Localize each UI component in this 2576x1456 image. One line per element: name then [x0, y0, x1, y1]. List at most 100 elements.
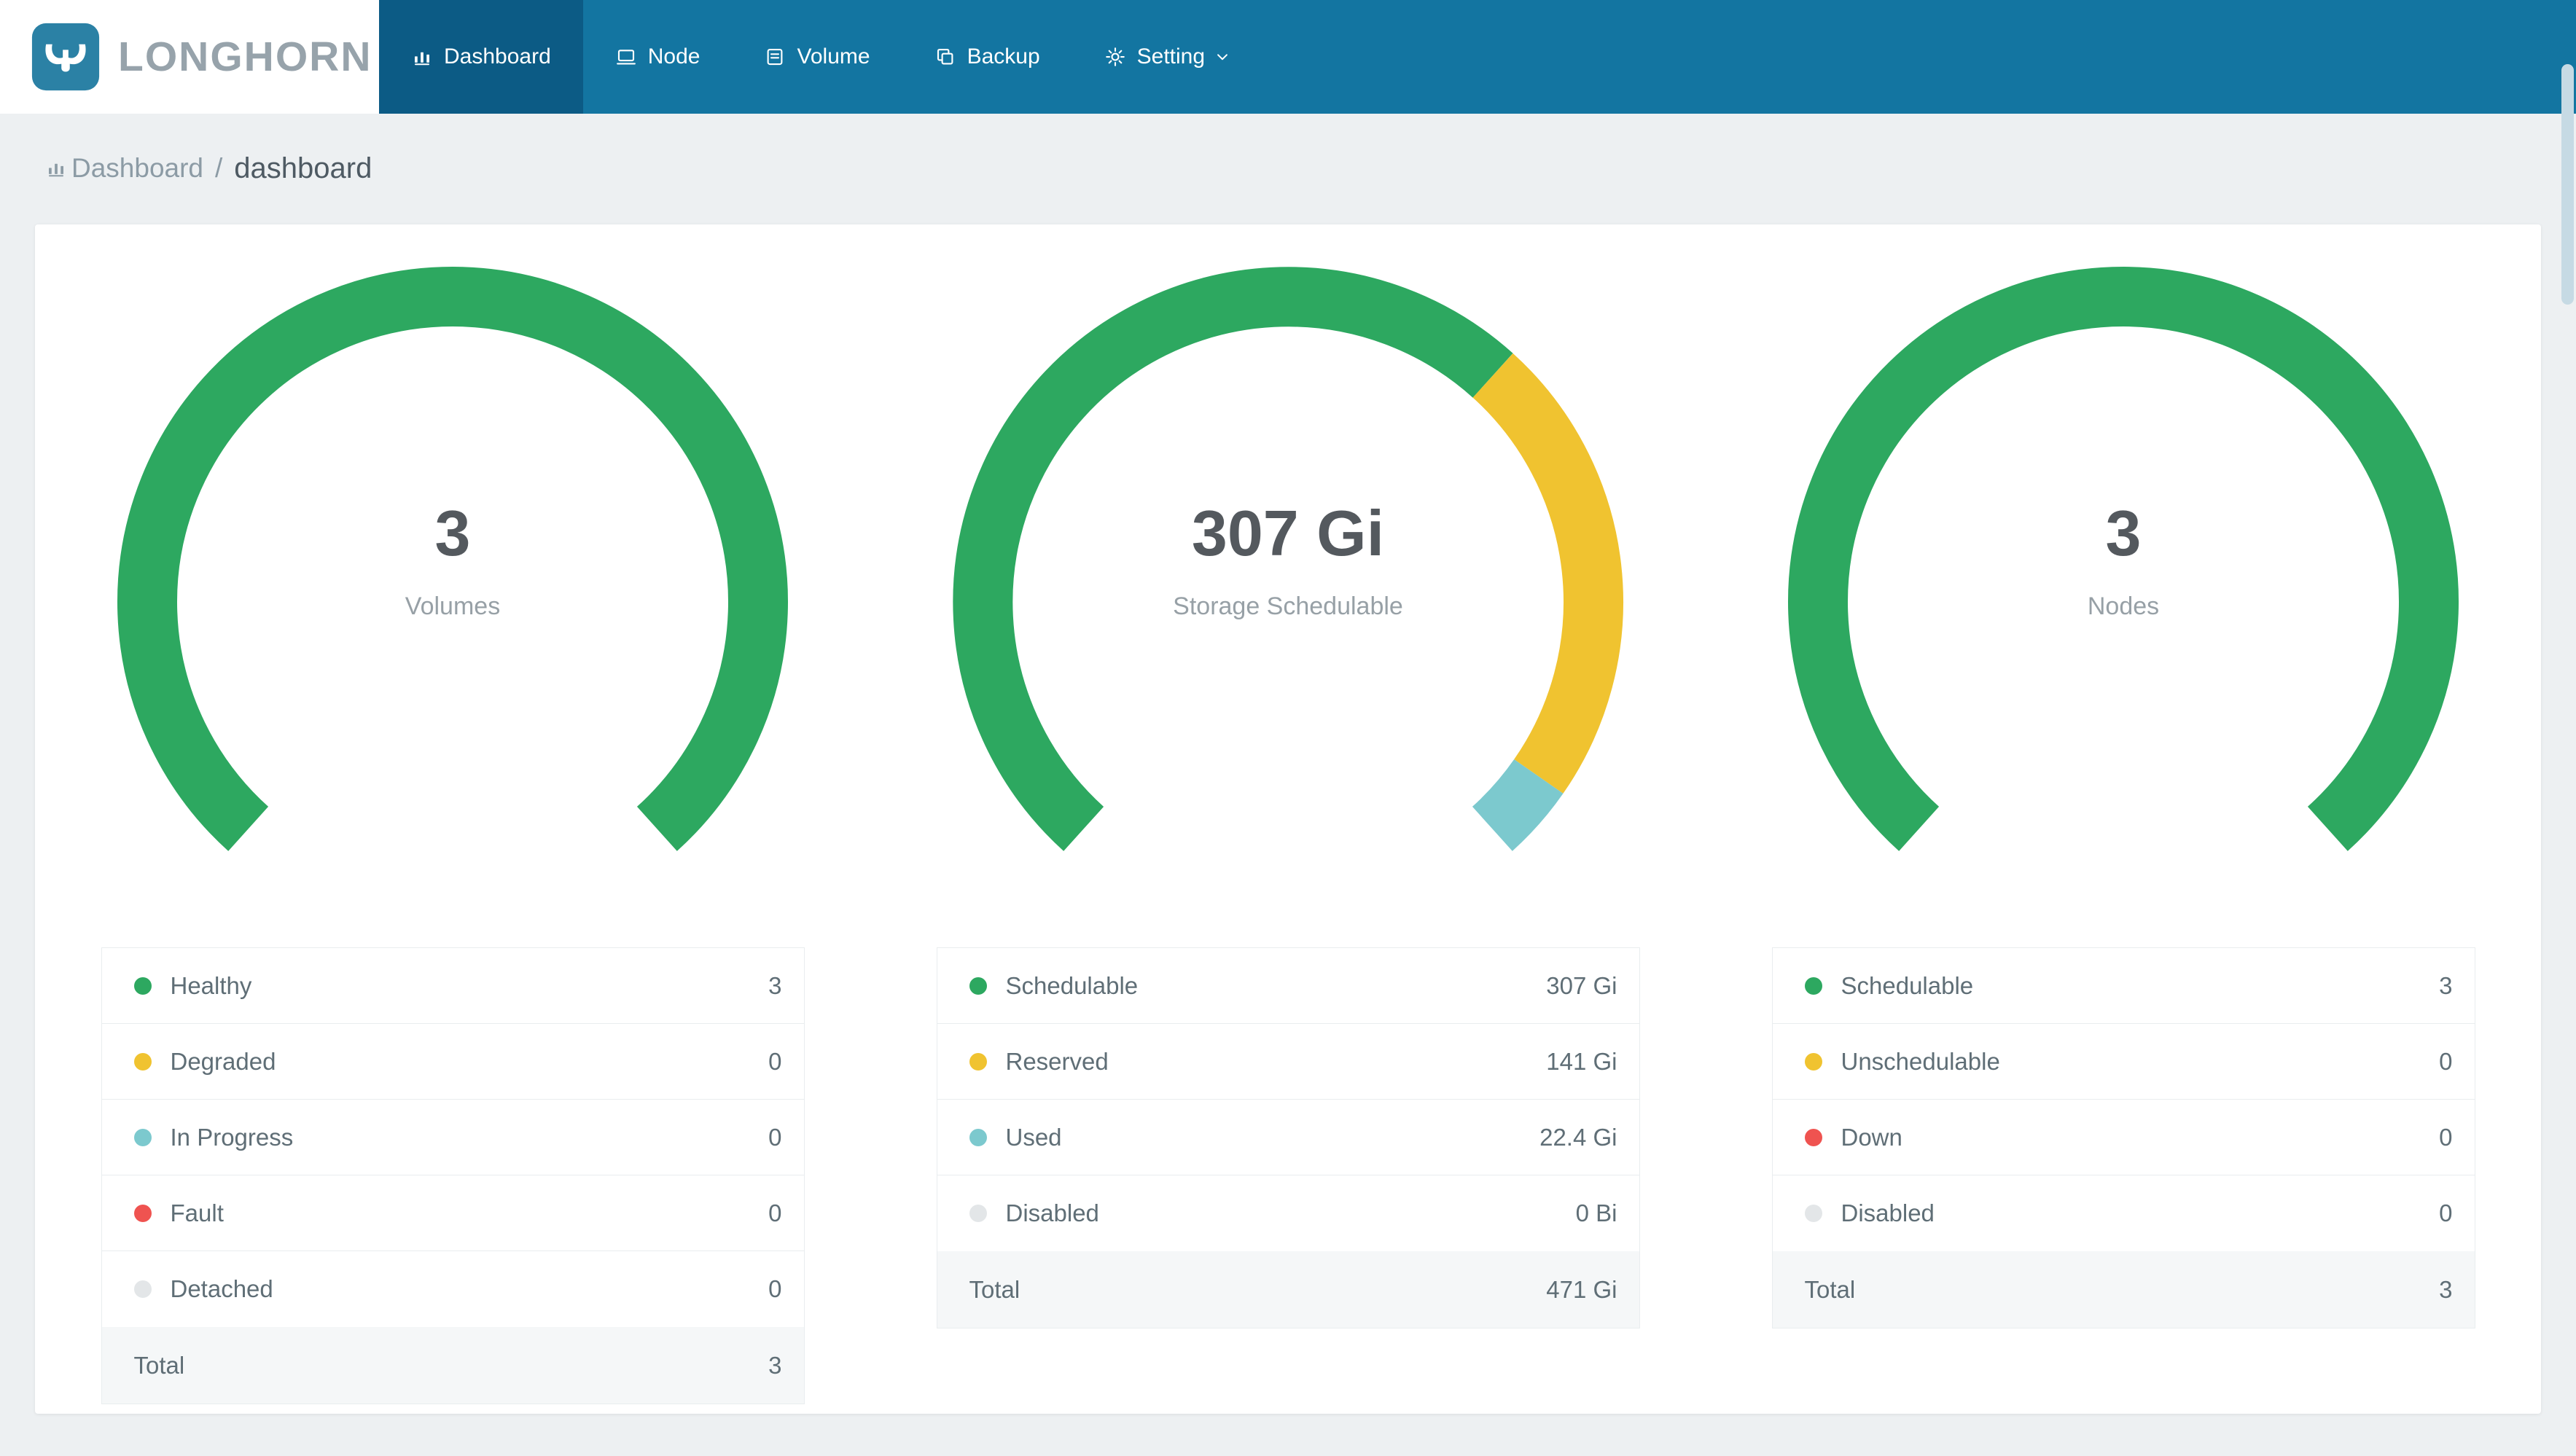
legend-row[interactable]: Degraded 0 [101, 1024, 804, 1100]
legend-rows: Schedulable 307 Gi Reserved 141 Gi Used … [937, 948, 1639, 1251]
scrollbar-thumb[interactable] [2561, 64, 2574, 305]
dashboard-card: 3 Volumes Healthy 3 Degraded 0 In Progre… [35, 224, 2541, 1414]
bar-chart-icon [411, 46, 433, 68]
legend-row-label: Used [1005, 1123, 1062, 1151]
top-navbar: LONGHORN Dashboard Node Volume Backup Se… [0, 0, 2576, 114]
legend-total-label: Total [969, 1275, 1020, 1303]
legend-row-value: 0 [2439, 1123, 2453, 1151]
legend-color-dot [1804, 1128, 1822, 1146]
legend-total-value: 3 [768, 1351, 782, 1379]
legend-table: Schedulable 3 Unschedulable 0 Down 0 Dis… [1771, 947, 2475, 1328]
donut-gauge-arc [953, 267, 1623, 851]
legend-row-value: 3 [2439, 971, 2453, 999]
legend-row[interactable]: Unschedulable 0 [1772, 1024, 2475, 1100]
legend-color-dot [133, 1052, 152, 1071]
legend-row[interactable]: Down 0 [1772, 1100, 2475, 1175]
legend-total-value: 3 [2439, 1275, 2453, 1303]
legend-total-label: Total [133, 1351, 185, 1379]
gauge-panel: 307 Gi Storage Schedulable Schedulable 3… [870, 259, 1706, 1404]
gauge-panel: 3 Nodes Schedulable 3 Unschedulable 0 Do… [1706, 259, 2541, 1404]
legend-row[interactable]: Disabled 0 Bi [937, 1175, 1639, 1251]
legend-row-label: Reserved [1005, 1047, 1109, 1075]
nav-item-backup[interactable]: Backup [902, 0, 1072, 114]
legend-total-label: Total [1804, 1275, 1856, 1303]
legend-color-dot [969, 976, 987, 995]
legend-total-row: Total 471 Gi [937, 1251, 1639, 1328]
legend-row[interactable]: Healthy 3 [101, 948, 804, 1024]
legend-color-dot [969, 1052, 987, 1071]
legend-color-dot [969, 1205, 987, 1222]
page: LONGHORN Dashboard Node Volume Backup Se… [0, 0, 2576, 1414]
breadcrumb-separator: / [215, 153, 223, 183]
logo[interactable]: LONGHORN [0, 0, 379, 114]
logo-text: LONGHORN [118, 34, 372, 80]
legend-color-dot [133, 1128, 152, 1146]
legend-row-label: Degraded [170, 1047, 276, 1075]
legend-row-value: 0 [768, 1275, 782, 1302]
gauge-panel: 3 Volumes Healthy 3 Degraded 0 In Progre… [35, 259, 870, 1404]
donut-gauge-arc [1788, 267, 2459, 851]
legend-table: Healthy 3 Degraded 0 In Progress 0 Fault… [101, 947, 805, 1404]
legend-total-row: Total 3 [101, 1327, 804, 1404]
donut-gauge-arc [117, 267, 788, 851]
nav-item-dashboard[interactable]: Dashboard [379, 0, 583, 114]
volume-icon [764, 46, 786, 68]
legend-table: Schedulable 307 Gi Reserved 141 Gi Used … [936, 947, 1640, 1328]
chevron-down-icon [1216, 47, 1232, 66]
legend-rows: Healthy 3 Degraded 0 In Progress 0 Fault… [101, 948, 804, 1327]
legend-row-value: 0 [2439, 1199, 2453, 1226]
legend-total-value: 471 Gi [1546, 1275, 1617, 1303]
legend-row[interactable]: Schedulable 3 [1772, 948, 2475, 1024]
legend-color-dot [969, 1128, 987, 1146]
legend-row-value: 0 [2439, 1047, 2453, 1075]
legend-row-label: Healthy [170, 971, 252, 999]
breadcrumb-root[interactable]: Dashboard [71, 153, 203, 184]
donut-gauge: 3 Nodes [1781, 259, 2466, 944]
nav-item-label: Dashboard [444, 44, 551, 69]
legend-total-row: Total 3 [1772, 1251, 2475, 1328]
legend-row-value: 22.4 Gi [1539, 1123, 1617, 1151]
legend-row-value: 0 [768, 1199, 782, 1226]
legend-row-label: Down [1841, 1123, 1902, 1151]
legend-row-label: Schedulable [1841, 971, 1974, 999]
legend-color-dot [1804, 976, 1822, 995]
gear-icon [1104, 46, 1126, 68]
node-icon [615, 46, 637, 68]
legend-row[interactable]: In Progress 0 [101, 1100, 804, 1175]
legend-rows: Schedulable 3 Unschedulable 0 Down 0 Dis… [1772, 948, 2475, 1251]
legend-color-dot [1804, 1205, 1822, 1222]
bar-chart-icon [45, 157, 67, 179]
breadcrumb: Dashboard / dashboard [45, 150, 2576, 187]
legend-row-value: 0 [768, 1123, 782, 1151]
legend-row[interactable]: Disabled 0 [1773, 1175, 2475, 1251]
nav-item-label: Volume [797, 44, 870, 69]
legend-color-dot [133, 976, 152, 995]
nav-item-label: Backup [967, 44, 1040, 69]
gauges-container: 3 Volumes Healthy 3 Degraded 0 In Progre… [35, 259, 2541, 1404]
legend-row-label: Fault [170, 1199, 224, 1226]
donut-gauge: 307 Gi Storage Schedulable [945, 259, 1631, 944]
legend-row-label: Unschedulable [1841, 1047, 2000, 1075]
backup-icon [934, 46, 956, 68]
legend-color-dot [133, 1280, 152, 1298]
legend-row-value: 3 [768, 971, 782, 999]
legend-row[interactable]: Schedulable 307 Gi [937, 948, 1639, 1024]
breadcrumb-current: dashboard [234, 152, 372, 184]
legend-row-value: 307 Gi [1546, 971, 1617, 999]
legend-row[interactable]: Reserved 141 Gi [937, 1024, 1639, 1100]
legend-row-label: Disabled [1005, 1199, 1099, 1226]
nav-item-label: Node [647, 44, 700, 69]
nav-item-volume[interactable]: Volume [732, 0, 902, 114]
legend-row[interactable]: Fault 0 [101, 1175, 804, 1251]
legend-row-label: Disabled [1841, 1199, 1935, 1226]
legend-row-label: Detached [170, 1275, 273, 1302]
legend-row-label: In Progress [170, 1123, 294, 1151]
legend-row[interactable]: Detached 0 [102, 1251, 804, 1327]
legend-color-dot [1804, 1052, 1822, 1071]
legend-row[interactable]: Used 22.4 Gi [937, 1100, 1639, 1175]
nav-item-setting[interactable]: Setting [1072, 0, 1264, 114]
longhorn-logo-icon [31, 23, 100, 91]
legend-row-value: 0 [768, 1047, 782, 1075]
legend-row-value: 0 Bi [1575, 1199, 1617, 1226]
nav-item-node[interactable]: Node [583, 0, 733, 114]
